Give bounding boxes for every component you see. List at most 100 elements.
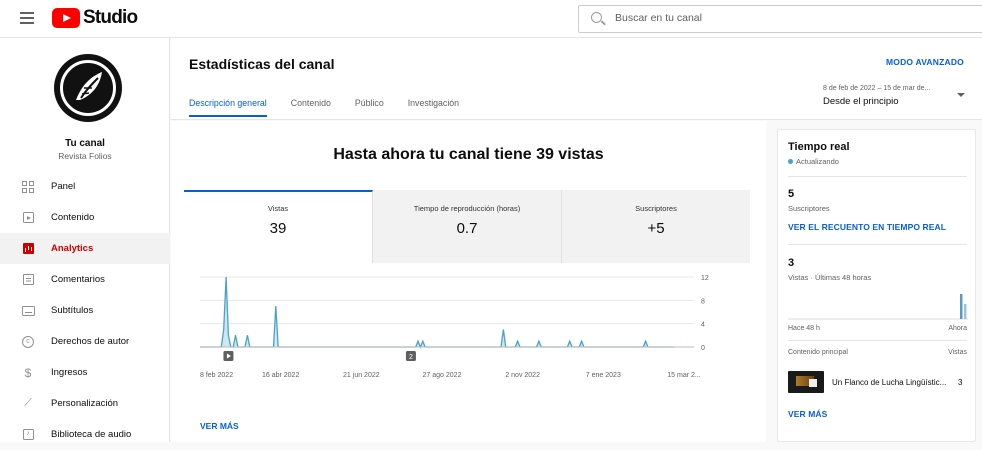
realtime-views-label: Vistas · Últimas 48 horas (788, 273, 872, 282)
advanced-mode-button[interactable]: MODO AVANZADO (886, 57, 964, 67)
metric-label: Vistas (267, 204, 289, 213)
date-range-text[interactable]: 8 de feb de 2022 – 15 de mar de... (823, 85, 930, 92)
video-title[interactable]: Un Flanco de Lucha Lingüístic... (832, 378, 952, 387)
sidebar-item-biblioteca[interactable]: ♪ Biblioteca de audio (0, 419, 170, 450)
overview-card: Hasta ahora tu canal tiene 39 vistas Vis… (171, 121, 766, 442)
metric-label: Tiempo de reproducción (horas) (413, 204, 521, 213)
search-input[interactable] (615, 12, 915, 24)
sidebar-item-derechos[interactable]: c Derechos de autor (0, 326, 170, 357)
y-tick-label: 0 (701, 345, 705, 352)
top-bar: Studio (0, 0, 982, 38)
status-dot-icon (788, 159, 793, 164)
top-video-row[interactable]: Un Flanco de Lucha Lingüístic... 3 (788, 370, 970, 394)
tab-audience[interactable]: Público (355, 98, 384, 114)
sidebar-item-label: Contenido (51, 212, 95, 223)
subtitles-icon (21, 304, 35, 318)
views-column-label: Vistas (948, 349, 967, 356)
views-chart[interactable]: 12 8 4 0 2 8 feb 2022 16 abr 2022 21 jun 2022 27… (184, 263, 750, 413)
x-tick-label: 8 feb 2022 (200, 372, 233, 379)
sidebar-item-subtitulos[interactable]: Subtítulos (0, 295, 170, 326)
divider (788, 244, 967, 245)
metric-subscribers[interactable]: Suscriptores +5 (562, 190, 750, 263)
channel-subtitle: Revista Folios (58, 151, 112, 161)
analytics-tabs: Descripción general Contenido Público In… (189, 98, 483, 117)
sidebar-item-label: Comentarios (51, 274, 105, 285)
date-range-selector[interactable]: Desde el principio (823, 96, 899, 107)
sidebar-item-label: Personalización (51, 398, 119, 409)
realtime-bar (964, 304, 967, 319)
sidebar-item-label: Ingresos (51, 367, 88, 378)
audio-library-icon: ♪ (21, 428, 35, 442)
copyright-icon: c (21, 335, 35, 349)
y-tick-label: 4 (701, 322, 705, 329)
views-line (200, 276, 674, 349)
youtube-studio-logo[interactable]: Studio (52, 7, 138, 29)
realtime-views-value: 3 (788, 257, 795, 269)
sidebar-item-analytics[interactable]: Analytics (0, 233, 170, 264)
video-marker-label: 2 (409, 354, 413, 361)
x-tick-label: 16 abr 2022 (262, 372, 299, 379)
sidebar-item-label: Analytics (51, 243, 94, 254)
dollar-icon: $ (24, 365, 32, 380)
top-content-label: Contenido principal (788, 349, 848, 356)
metric-views[interactable]: Vistas 39 (184, 190, 373, 263)
channel-avatar[interactable] (54, 54, 122, 122)
x-tick-label: 2 nov 2022 (505, 372, 540, 379)
realtime-title: Tiempo real (788, 141, 850, 153)
realtime-axis-right: Ahora (948, 325, 967, 332)
realtime-axis-left: Hace 48 h (788, 325, 820, 332)
sidebar-item-ingresos[interactable]: $ Ingresos (0, 357, 170, 388)
sidebar-item-contenido[interactable]: Contenido (0, 202, 170, 233)
live-count-link[interactable]: VER EL RECUENTO EN TIEMPO REAL (788, 222, 946, 232)
video-thumbnail[interactable] (788, 371, 824, 393)
realtime-see-more-link[interactable]: VER MÁS (788, 409, 827, 419)
sidebar-item-comentarios[interactable]: Comentarios (0, 264, 170, 295)
sidebar-item-panel[interactable]: Panel (0, 171, 170, 202)
x-tick-label: 27 ago 2022 (423, 372, 462, 379)
views-headline: Hasta ahora tu canal tiene 39 vistas (333, 146, 604, 163)
x-tick-label: 7 ene 2023 (586, 372, 621, 379)
sidebar-item-personalizacion[interactable]: ⟋ Personalización (0, 388, 170, 419)
metric-tabs: Vistas 39 Tiempo de reproducción (horas)… (184, 190, 750, 263)
analytics-icon (21, 242, 35, 256)
see-more-link[interactable]: VER MÁS (200, 421, 239, 431)
chevron-down-icon[interactable] (957, 93, 965, 97)
sidebar-item-label: Biblioteca de audio (51, 429, 132, 440)
channel-logo-icon (76, 72, 102, 100)
content-icon (21, 211, 35, 225)
metric-value: 0.7 (456, 220, 478, 237)
main-content: Estadísticas del canal MODO AVANZADO Des… (171, 38, 982, 442)
realtime-status: Actualizando (788, 157, 839, 166)
sidebar-nav: Panel Contenido Analytics Comentarios Su… (0, 171, 170, 450)
views-chart-svg: 12 8 4 0 2 8 feb 2022 16 abr 2022 21 jun 2022 27… (200, 275, 709, 379)
tab-content[interactable]: Contenido (291, 98, 331, 114)
metric-watch-time[interactable]: Tiempo de reproducción (horas) 0.7 (373, 190, 562, 263)
tab-research[interactable]: Investigación (408, 98, 459, 114)
realtime-subscribers-label: Suscriptores (788, 204, 830, 213)
sidebar-item-label: Subtítulos (51, 305, 94, 316)
realtime-views-chart (788, 294, 968, 320)
views-area (200, 277, 674, 347)
realtime-subscribers-value: 5 (788, 188, 795, 200)
search-icon (591, 12, 602, 23)
divider (788, 176, 967, 177)
search-box[interactable] (578, 5, 982, 33)
youtube-play-icon (52, 8, 80, 28)
x-tick-label: 15 mar 2... (667, 372, 701, 379)
metric-value: +5 (647, 220, 665, 237)
video-views: 3 (958, 377, 963, 387)
realtime-status-text: Actualizando (796, 157, 839, 166)
menu-icon[interactable] (20, 12, 34, 24)
sidebar-item-label: Panel (51, 181, 76, 192)
wand-icon: ⟋ (24, 397, 32, 409)
dashboard-icon (21, 180, 35, 194)
x-tick-label: 21 jun 2022 (343, 372, 380, 379)
page-title: Estadísticas del canal (189, 56, 335, 72)
y-tick-label: 8 (701, 298, 705, 305)
analytics-header: Estadísticas del canal MODO AVANZADO Des… (171, 38, 982, 120)
tab-overview[interactable]: Descripción general (189, 98, 267, 117)
sidebar-item-label: Derechos de autor (51, 336, 130, 347)
realtime-card: Tiempo real Actualizando 5 Suscriptores … (777, 129, 976, 442)
comments-icon (21, 273, 35, 287)
sidebar: Tu canal Revista Folios Panel Contenido … (0, 38, 170, 442)
